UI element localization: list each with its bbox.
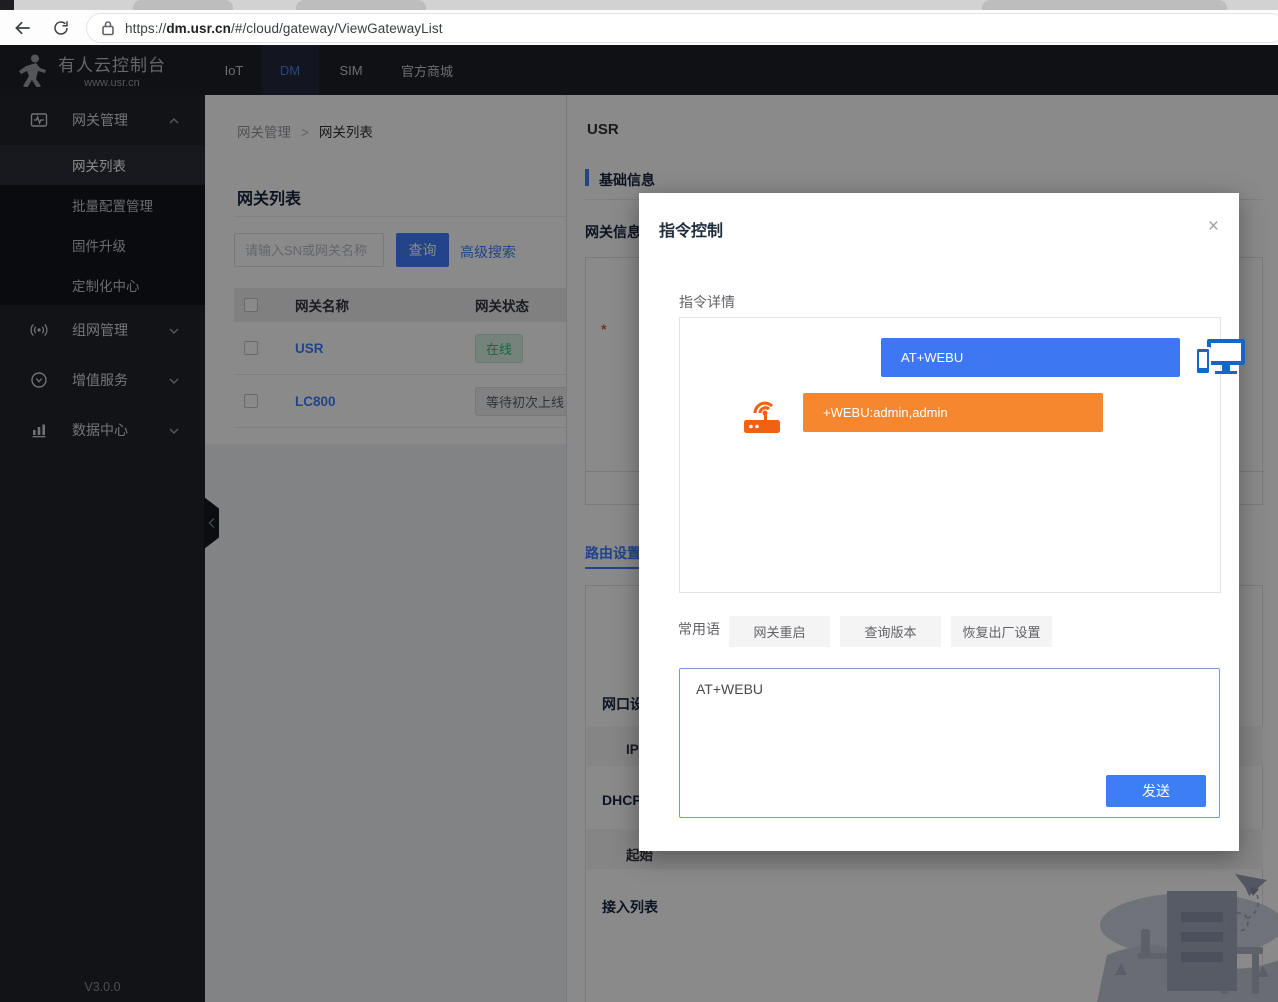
back-icon[interactable] (8, 13, 38, 43)
router-icon (741, 395, 783, 435)
browser-tab[interactable] (133, 0, 233, 10)
screen: https://dm.usr.cn/#/cloud/gateway/ViewGa… (0, 0, 1278, 1002)
reply-bubble: +WEBU:admin,admin (803, 393, 1103, 432)
command-detail-label: 指令详情 (679, 292, 735, 312)
modal-title: 指令控制 (659, 217, 723, 241)
send-button[interactable]: 发送 (1106, 775, 1206, 807)
quick-button-restart[interactable]: 网关重启 (729, 616, 830, 647)
lock-icon (101, 20, 115, 36)
close-icon[interactable]: × (1208, 217, 1219, 236)
command-input-wrap: AT+WEBU 发送 (679, 668, 1220, 818)
url-bar[interactable]: https://dm.usr.cn/#/cloud/gateway/ViewGa… (86, 13, 1278, 43)
browser-tab[interactable] (982, 0, 1227, 10)
browser-window-corner (0, 0, 14, 10)
command-history-box: AT+WEBU (679, 317, 1221, 593)
browser-tab-strip (0, 0, 1278, 10)
browser-tab[interactable] (296, 0, 426, 10)
quick-button-query-version[interactable]: 查询版本 (840, 616, 941, 647)
quick-phrases-label: 常用语 (678, 619, 720, 639)
quick-button-factory-reset[interactable]: 恢复出厂设置 (951, 616, 1052, 647)
refresh-icon[interactable] (46, 13, 76, 43)
browser-toolbar: https://dm.usr.cn/#/cloud/gateway/ViewGa… (0, 10, 1278, 45)
command-control-modal: 指令控制 × 指令详情 AT+WEBU (639, 193, 1239, 851)
url-text: https://dm.usr.cn/#/cloud/gateway/ViewGa… (125, 21, 443, 36)
computer-icon (1195, 339, 1245, 377)
sent-command-bubble: AT+WEBU (881, 338, 1180, 377)
